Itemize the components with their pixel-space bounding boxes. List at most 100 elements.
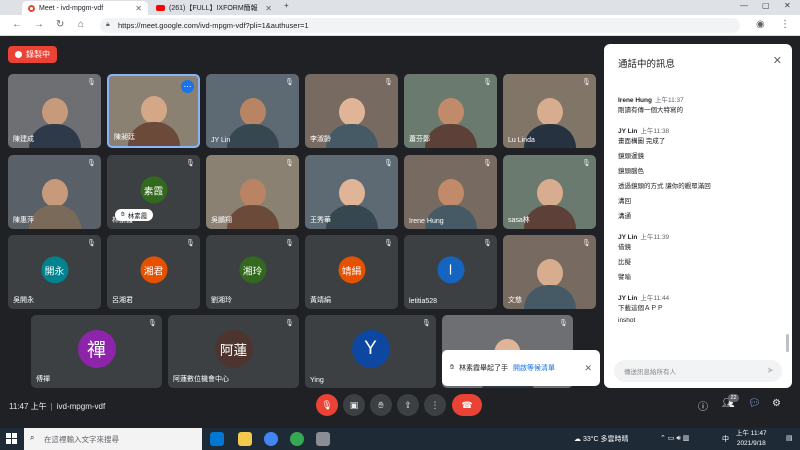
participant-name: 陳昶廷 [114,134,135,141]
tab-title: Meet - ivd-mpgm-vdf [39,4,104,12]
maximize-icon[interactable]: ▢ [762,1,770,10]
camera-button[interactable]: ▣ [343,394,365,416]
participant-tile[interactable]: 吳鵬翔 🎙︎ [206,155,299,229]
recording-badge[interactable]: 錄製中 [8,46,57,63]
taskbar-search[interactable]: ⌕ 在這裡輸入文字來搜尋 [24,428,202,450]
send-icon[interactable]: ➤ [766,365,774,376]
participant-tile[interactable]: Y Ying 🎙︎ [305,315,436,388]
participant-tile[interactable]: 陳昶廷 ⋯ [107,74,200,148]
forward-icon[interactable]: → [34,19,44,30]
weather-widget[interactable]: ☁︎ 33°C 多雲時晴 [574,434,629,444]
mic-muted-icon: 🎙︎ [483,240,492,247]
close-icon[interactable]: ✕ [773,54,782,67]
present-button[interactable]: ⇪ [397,394,419,416]
hand-icon: ✋︎ [450,364,454,371]
participant-video-silhouette [325,179,378,229]
participant-tile[interactable]: 陳建成 🎙︎ [8,74,101,148]
leave-call-button[interactable]: ☎︎ [452,394,482,416]
mic-muted-icon: 🎙︎ [87,160,96,167]
chat-message-header: JY Lin 上午11:44 [618,292,669,302]
participant-tile[interactable]: Lu Linda 🎙︎ [503,74,596,148]
tray-icons[interactable]: ⌃ ▭ 🔊︎ ▥ [660,434,689,443]
window-close-icon[interactable]: ✕ [784,1,791,10]
chat-time: 上午11:39 [640,234,670,241]
participant-tile[interactable]: 文慈 🎙︎ [503,235,596,309]
new-tab-button[interactable]: + [284,1,289,10]
address-bar[interactable]: 🔒︎ https://meet.google.com/ivd-mpgm-vdf?… [100,18,740,33]
file-explorer-icon[interactable] [238,432,252,446]
participant-video-silhouette [226,98,279,148]
participant-tile[interactable]: 阿蓮 阿蓮數位機會中心 🎙︎ [168,315,299,388]
mic-muted-icon: 🎙︎ [384,160,393,167]
home-icon[interactable]: ⌂ [78,19,84,30]
mic-muted-icon: 🎙︎ [582,240,591,247]
participant-tile[interactable]: 禪傅禪 🎙︎ [31,315,162,388]
chat-message: 鏡頭腦色 [618,168,644,175]
participant-avatar: 開永 [41,256,68,284]
meeting-info: 11:47 上午 | ivd-mpgm-vdf [9,402,106,411]
chat-time: 上午11:44 [640,295,670,302]
participant-tile[interactable]: 開永 吳開永 🎙︎ [8,235,101,309]
mic-off-button[interactable]: 🎙︎ [316,394,338,416]
activities-icon[interactable]: ⚙︎ [772,398,781,409]
chat-message-header: Irene Hung 上午11:37 [618,94,684,104]
raise-hand-toast: ✋︎ 林素霞舉起了手 開啟等候清單 ✕ [442,350,600,386]
tab-youtube[interactable]: (261)【FULL】IXFORM簡報 ✕ [150,1,278,15]
participant-avatar: 靖絹 [338,256,365,284]
mic-muted-icon: 🎙︎ [384,240,393,247]
shield-app-icon[interactable] [316,432,330,446]
chat-icon[interactable]: 💬︎ [748,398,761,409]
toast-text: 林素霞舉起了手 [459,365,508,372]
notification-icon[interactable]: ▤ [786,434,793,442]
mic-muted-icon: 🎙︎ [285,160,294,167]
close-tab-icon[interactable]: ✕ [135,4,142,13]
chat-scrollbar[interactable] [786,334,789,352]
windows-start-icon[interactable] [6,433,17,444]
mic-muted-icon: 🎙︎ [483,160,492,167]
participant-tile[interactable]: 蕭芬鄭 🎙︎ [404,74,497,148]
participant-tile[interactable]: Irene Hung 🎙︎ [404,155,497,229]
chrome-profile-icon[interactable] [290,432,304,446]
participant-tile[interactable]: 湘玲 劉湘玲 🎙︎ [206,235,299,309]
chat-message: 溝回 [618,198,631,205]
more-dots-icon: ⋮ [430,399,440,410]
chrome-icon[interactable] [264,432,278,446]
ime-indicator[interactable]: 中 [722,434,729,444]
close-icon[interactable]: ✕ [584,363,592,374]
reload-icon[interactable]: ↻ [56,19,64,30]
taskbar-clock[interactable]: 上午 11:47 2021/9/18 [736,429,767,449]
open-queue-link[interactable]: 開啟等候清單 [513,363,555,373]
participant-tile[interactable]: 李淑齡 🎙︎ [305,74,398,148]
participant-tile[interactable]: JY Lin 🎙︎ [206,74,299,148]
chat-sender: JY Lin [618,234,638,241]
meet-controls-bar: 11:47 上午 | ivd-mpgm-vdf 🎙︎ ▣ ✋︎ ⇪ ⋮ ☎︎ ⓘ 👥… [0,392,800,420]
participant-name: Lu Linda [508,137,535,144]
chat-input[interactable]: 傳送訊息給所有人 ➤ [614,360,782,382]
info-icon[interactable]: ⓘ [698,398,708,413]
more-options-button[interactable]: ⋮ [424,394,446,416]
participant-tile[interactable]: 靖絹 黃靖絹 🎙︎ [305,235,398,309]
participant-video-silhouette [523,179,576,229]
close-tab-icon[interactable]: ✕ [265,4,272,13]
back-icon[interactable]: ← [12,19,22,30]
mic-muted-icon: 🎙︎ [285,79,294,86]
minimize-icon[interactable]: — [740,1,748,10]
participant-avatar: 湘玲 [239,256,266,284]
mic-muted-icon: 🎙︎ [582,160,591,167]
menu-dots-icon[interactable]: ⋮ [780,19,790,30]
participant-tile[interactable]: l letitia528 🎙︎ [404,235,497,309]
chat-message: 鏡頭運鏡 [618,153,644,160]
tab-meet[interactable]: Meet - ivd-mpgm-vdf ✕ [22,1,148,15]
participant-tile[interactable]: 湘君 呂湘君 🎙︎ [107,235,200,309]
browser-tab-bar: Meet - ivd-mpgm-vdf ✕ (261)【FULL】IXFORM簡… [0,0,800,15]
edge-icon[interactable] [210,432,224,446]
participant-tile[interactable]: 陳惠萍 🎙︎ [8,155,101,229]
raise-hand-button[interactable]: ✋︎ [370,394,392,416]
profile-icon[interactable]: ◉ [756,19,765,30]
participant-tile[interactable]: 素霞林素霞 🎙︎ ✋︎林素霞 [107,155,200,229]
participant-tile[interactable]: 王秀華 🎙︎ [305,155,398,229]
participant-tile[interactable]: sasa林 🎙︎ [503,155,596,229]
chat-message-header: JY Lin 上午11:38 [618,125,669,135]
participant-name: 陳建成 [13,136,34,143]
tile-options-icon[interactable]: ⋯ [181,80,194,93]
